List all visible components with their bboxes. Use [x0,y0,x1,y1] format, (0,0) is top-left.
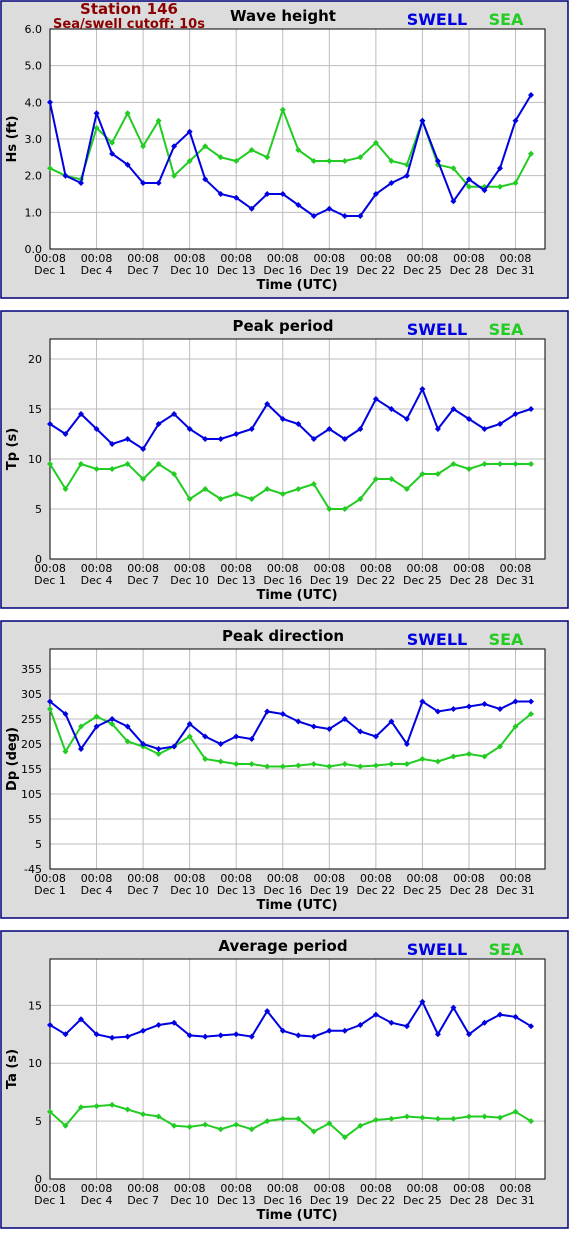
x-tick-date: Dec 16 [263,1194,302,1207]
x-tick-date: Dec 4 [81,264,113,277]
y-tick-label: 10 [28,1057,42,1070]
y-tick-label: 5 [35,838,42,851]
x-tick-date: Dec 1 [34,884,66,897]
plot-area [49,958,546,1180]
y-tick-label: 10 [28,453,42,466]
x-tick-date: Dec 7 [127,264,159,277]
y-tick-label: 155 [21,763,42,776]
chart-title: Peak direction [222,627,344,645]
legend-sea: SEA [489,320,524,339]
x-tick-date: Dec 13 [217,264,256,277]
x-axis-label: Time (UTC) [256,898,337,913]
legend-swell: SWELL [407,320,468,339]
y-tick-label: 55 [28,813,42,826]
x-tick-date: Dec 1 [34,1194,66,1207]
x-tick-date: Dec 10 [170,1194,209,1207]
y-axis-label: Hs (ft) [5,116,20,163]
y-axis-label: Dp (deg) [5,727,20,791]
x-tick-date: Dec 7 [127,884,159,897]
x-tick-date: Dec 28 [450,574,489,587]
x-tick-date: Dec 25 [403,884,442,897]
x-tick-date: Dec 22 [356,574,395,587]
x-tick-date: Dec 19 [310,574,349,587]
x-tick-date: Dec 10 [170,574,209,587]
x-tick-date: Dec 1 [34,264,66,277]
y-tick-label: 2.0 [25,170,43,183]
legend-swell: SWELL [407,940,468,959]
x-tick-date: Dec 13 [217,574,256,587]
x-tick-date: Dec 31 [496,884,535,897]
x-tick-date: Dec 31 [496,264,535,277]
y-tick-label: 20 [28,353,42,366]
x-tick-date: Dec 22 [356,264,395,277]
y-tick-label: 4.0 [25,96,43,109]
legend-sea: SEA [489,630,524,649]
x-tick-date: Dec 16 [263,574,302,587]
y-tick-label: 355 [21,663,42,676]
x-tick-date: Dec 1 [34,574,66,587]
y-axis-label: Tp (s) [5,428,20,470]
legend-sea: SEA [489,10,524,29]
x-tick-date: Dec 19 [310,884,349,897]
x-tick-date: Dec 7 [127,1194,159,1207]
y-tick-label: 6.0 [25,23,43,36]
legend-sea: SEA [489,940,524,959]
chart-panel-1: 0.01.02.03.04.05.06.000:08Dec 100:08Dec … [0,0,569,299]
chart-title: Average period [218,937,347,955]
y-tick-label: 5 [35,503,42,516]
y-tick-label: 15 [28,999,42,1012]
charts-container: 0.0 1.0 2.0 3.0 4.0 5.0 6.0 00:08 Dec 1 00:08 Dec … [0,0,570,1240]
x-tick-date: Dec 25 [403,1194,442,1207]
x-tick-date: Dec 22 [356,1194,395,1207]
x-tick-date: Dec 4 [81,574,113,587]
station-title: Station 146 [80,0,178,18]
x-tick-date: Dec 4 [81,884,113,897]
chart-panel-3: -4555510515520525530535500:08Dec 100:08D… [0,620,569,919]
x-tick-date: Dec 22 [356,884,395,897]
y-tick-label: 255 [21,713,42,726]
chart-panel-2: 0510152000:08Dec 100:08Dec 400:08Dec 700… [0,310,569,609]
x-axis-label: Time (UTC) [256,1208,337,1223]
x-tick-date: Dec 7 [127,574,159,587]
x-tick-date: Dec 10 [170,884,209,897]
x-tick-date: Dec 28 [450,884,489,897]
chart-title: Wave height [230,7,336,25]
x-tick-date: Dec 28 [450,1194,489,1207]
x-tick-date: Dec 19 [310,1194,349,1207]
y-tick-label: 3.0 [25,133,43,146]
y-tick-label: 305 [21,688,42,701]
plot-area [49,338,546,560]
x-axis-label: Time (UTC) [256,588,337,603]
x-tick-date: Dec 10 [170,264,209,277]
x-tick-date: Dec 13 [217,884,256,897]
y-tick-label: 105 [21,788,42,801]
x-tick-date: Dec 16 [263,264,302,277]
x-tick-date: Dec 31 [496,574,535,587]
x-tick-date: Dec 31 [496,1194,535,1207]
legend-swell: SWELL [407,630,468,649]
x-tick-date: Dec 28 [450,264,489,277]
legend-swell: SWELL [407,10,468,29]
chart-panel-4: 05101500:08Dec 100:08Dec 400:08Dec 700:0… [0,930,569,1229]
y-tick-label: 1.0 [25,206,43,219]
x-tick-date: Dec 4 [81,1194,113,1207]
x-tick-date: Dec 25 [403,264,442,277]
y-tick-label: 205 [21,738,42,751]
y-axis-label: Ta (s) [5,1049,20,1089]
x-tick-date: Dec 16 [263,884,302,897]
y-tick-label: 5 [35,1115,42,1128]
x-tick-date: Dec 13 [217,1194,256,1207]
x-tick-date: Dec 19 [310,264,349,277]
x-tick-date: Dec 25 [403,574,442,587]
x-axis-label: Time (UTC) [256,278,337,293]
cutoff-subtitle: Sea/swell cutoff: 10s [53,17,205,32]
plot-area [49,648,546,870]
wave-charts-svg: 0.01.02.03.04.05.06.000:08Dec 100:08Dec … [0,0,569,1229]
chart-title: Peak period [233,317,334,335]
y-tick-label: 15 [28,403,42,416]
y-tick-label: 5.0 [25,60,43,73]
